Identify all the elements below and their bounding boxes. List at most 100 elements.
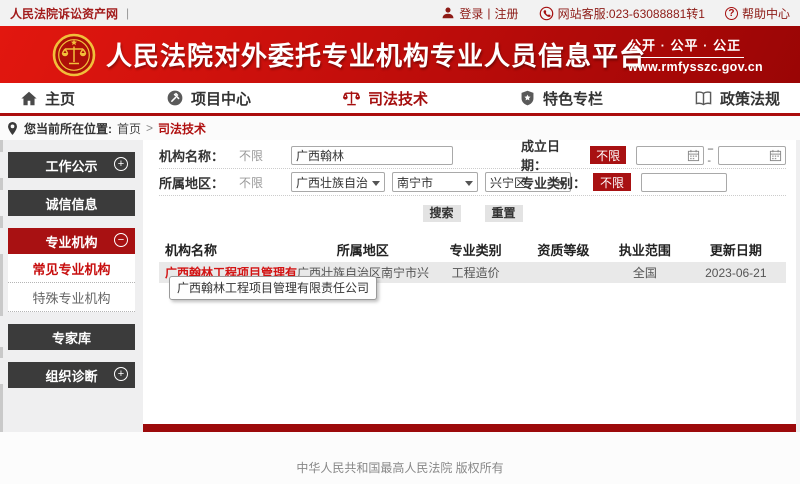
court-emblem-icon [52,33,96,77]
main-nav: 主页 项目中心 司法技术 特色专栏 政策法规 [0,83,800,116]
nav-item-project-center[interactable]: 项目中心 [166,88,251,109]
breadcrumb-current[interactable]: 司法技术 [158,120,206,137]
region-unlimited-option[interactable]: 不限 [239,174,291,191]
gavel-circle-icon [166,89,184,107]
category-label: 专业类别： [521,173,586,192]
register-link[interactable]: 注册 [495,5,519,22]
home-icon [20,90,38,107]
breadcrumb-prefix: 您当前所在位置: [24,120,112,137]
col-header-region: 所属地区 [297,236,429,262]
org-name-input[interactable] [291,146,453,165]
category-unlimited-button[interactable]: 不限 [593,173,631,191]
site-name-link[interactable]: 人民法院诉讼资产网 [10,5,118,22]
nav-item-special-column[interactable]: 特色专栏 [519,88,603,109]
page-footer: 中华人民共和国最高人民法院 版权所有 [0,432,800,484]
sidebar-item-label: 专家库 [52,328,91,347]
content-area: 工作公示 + 诚信信息 专业机构 − 常见专业机构 特殊专业机构 专家库 组织诊… [0,140,800,432]
province-select[interactable]: 广西壮族自治 [291,172,385,192]
shield-star-icon [519,89,536,107]
banner-right: 公开 · 公平 · 公正 www.rmfysszc.gov.cn [628,35,744,74]
main-panel: 机构名称： 不限 成立日期： 不限 --- 所属地区： 不限 [143,140,796,432]
end-date-input[interactable] [718,146,786,165]
banner-slogan: 公开 · 公平 · 公正 [628,35,744,54]
platform-title: 人民法院对外委托专业机构专业人员信息平台 [106,36,646,73]
start-date-input[interactable] [636,146,704,165]
expand-icon[interactable]: + [114,157,128,171]
col-header-scope: 执业范围 [604,236,686,262]
nav-label: 特色专栏 [543,88,603,109]
col-header-category: 专业类别 [429,236,523,262]
reset-button[interactable]: 重置 [485,205,523,222]
collapse-icon[interactable]: − [114,233,128,247]
col-header-grade: 资质等级 [523,236,605,262]
form-row-region-category: 所属地区： 不限 广西壮族自治 南宁市 兴宁区 专业类别： 不限 [159,169,786,196]
category-group: 专业类别： 不限 [521,173,727,192]
edge-notch [0,216,3,228]
date-unlimited-button[interactable]: 不限 [590,146,626,164]
question-icon: ? [725,7,738,20]
edge-notch [0,347,3,358]
sidebar-item-integrity-info[interactable]: 诚信信息 [8,190,135,216]
expand-icon[interactable]: + [114,367,128,381]
org-name-unlimited-option[interactable]: 不限 [239,147,291,164]
cell-category: 工程造价 [429,262,523,283]
col-header-org-name: 机构名称 [159,236,297,262]
edge-notch [0,178,3,190]
site-banner: 人民法院对外委托专业机构专业人员信息平台 公开 · 公平 · 公正 www.rm… [0,26,800,83]
service-group: 网站客服:023-63088881转1 [539,5,705,22]
cell-updated: 2023-06-21 [686,262,786,283]
edge-notch [0,254,3,316]
login-link[interactable]: 登录 [459,5,483,22]
nav-label: 主页 [45,88,75,109]
sidebar-item-expert-pool[interactable]: 专家库 [8,324,135,350]
page: 人民法院诉讼资产网 | 登录 | 注册 网站客服:023-63088881转1 … [0,0,800,484]
cell-scope: 全国 [604,262,686,283]
book-icon [694,90,713,107]
sidebar-item-label: 组织诊断 [45,366,97,385]
phone-icon [539,6,554,21]
scales-icon [342,89,361,107]
date-range-separator: --- [707,143,715,167]
edge-notch [0,140,3,152]
service-phone-text: 网站客服:023-63088881转1 [558,5,705,22]
form-row-name-date: 机构名称： 不限 成立日期： 不限 --- [159,142,786,169]
user-icon [441,6,455,20]
top-utility-bar: 人民法院诉讼资产网 | 登录 | 注册 网站客服:023-63088881转1 … [0,0,800,26]
table-header-row: 机构名称 所属地区 专业类别 资质等级 执业范围 更新日期 [159,236,786,262]
nav-label: 政策法规 [720,88,780,109]
location-pin-icon [6,121,19,136]
form-actions: 搜索 重置 [159,196,786,227]
help-group: ? 帮助中心 [725,5,790,22]
sidebar-item-org-diagnosis[interactable]: 组织诊断 + [8,362,135,388]
topbar-right: 登录 | 注册 网站客服:023-63088881转1 ? 帮助中心 [427,5,790,22]
site-url: www.rmfysszc.gov.cn [628,60,744,74]
calendar-icon [769,149,782,162]
edge-notch [0,384,3,432]
topbar-left: 人民法院诉讼资产网 | [10,5,129,22]
nav-label: 司法技术 [368,88,428,109]
city-select[interactable]: 南宁市 [392,172,478,192]
breadcrumb-separator: > [146,121,153,135]
nav-item-judicial-tech[interactable]: 司法技术 [342,88,428,109]
sidebar-item-label: 诚信信息 [45,194,97,213]
banner-divider-line [628,57,744,58]
org-name-tooltip: 广西翰林工程项目管理有限责任公司 [169,276,377,300]
category-input[interactable] [641,173,727,192]
region-label: 所属地区： [159,173,239,192]
topbar-divider: | [126,6,129,20]
search-button[interactable]: 搜索 [423,205,461,222]
col-header-updated: 更新日期 [686,236,786,262]
sidebar: 工作公示 + 诚信信息 专业机构 − 常见专业机构 特殊专业机构 专家库 组织诊… [8,152,135,432]
submenu-item-common-orgs[interactable]: 常见专业机构 [8,254,135,283]
breadcrumb-home-link[interactable]: 首页 [117,120,141,137]
account-group: 登录 | 注册 [441,5,518,22]
login-register-pipe: | [487,6,490,20]
copyright-text: 中华人民共和国最高人民法院 版权所有 [296,461,503,475]
submenu-item-special-orgs[interactable]: 特殊专业机构 [8,283,135,312]
nav-item-home[interactable]: 主页 [20,88,75,109]
help-center-link[interactable]: 帮助中心 [742,5,790,22]
sidebar-item-professional-orgs[interactable]: 专业机构 − [8,228,135,254]
nav-item-policy[interactable]: 政策法规 [694,88,780,109]
sidebar-item-work-publicity[interactable]: 工作公示 + [8,152,135,178]
sidebar-item-label: 专业机构 [45,232,97,251]
